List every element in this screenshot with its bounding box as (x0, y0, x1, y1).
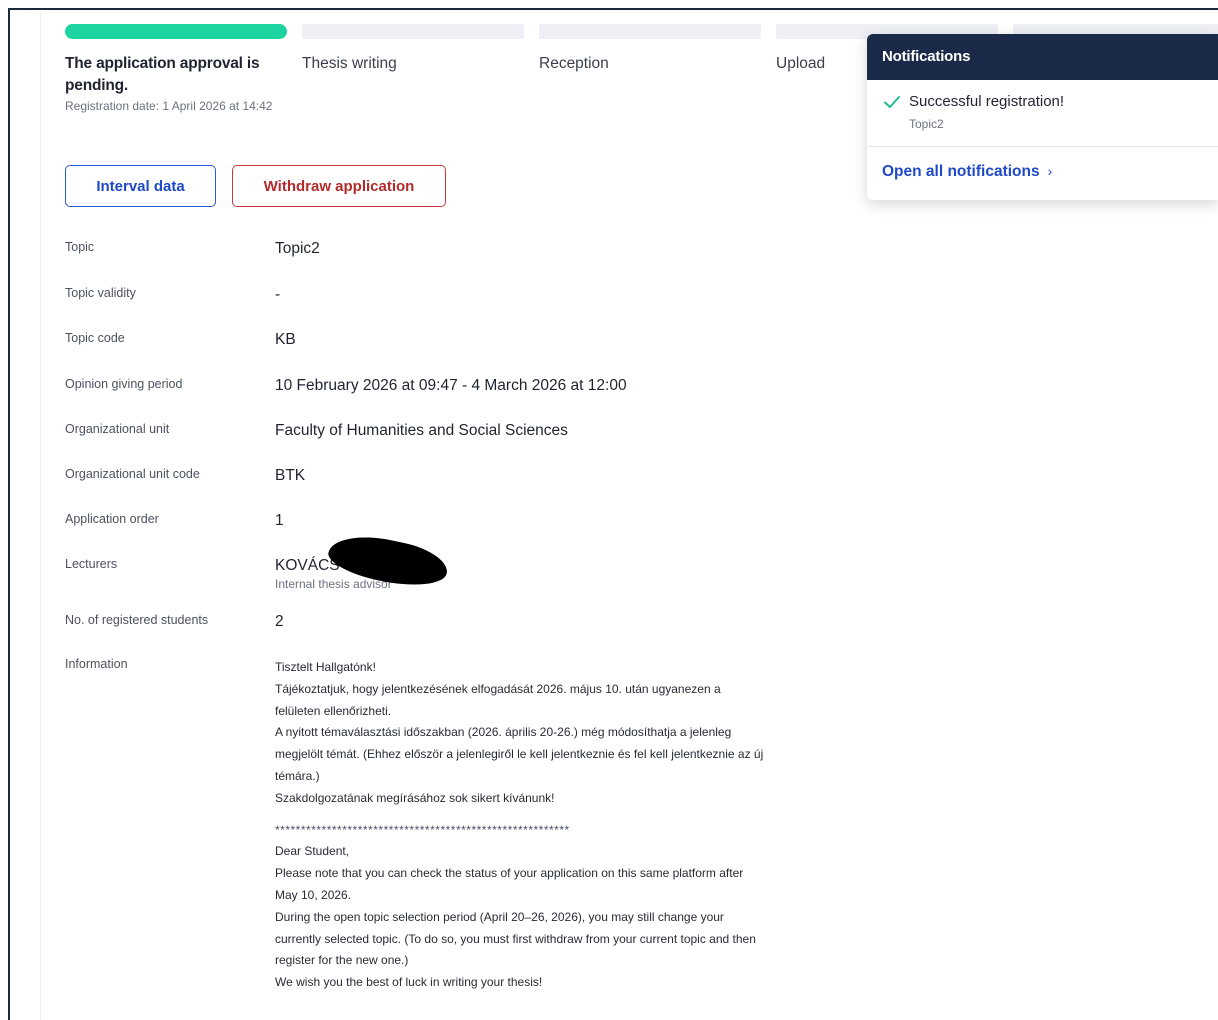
step-thesis-writing: Thesis writing (302, 24, 524, 75)
interval-data-button[interactable]: Interval data (65, 165, 216, 207)
detail-value: 10 February 2026 at 09:47 - 4 March 2026… (275, 377, 627, 394)
detail-label: Application order (65, 512, 159, 526)
step-reception: Reception (539, 24, 761, 75)
notification-title: Successful registration! (909, 93, 1065, 110)
notification-subtitle: Topic2 (909, 117, 944, 131)
step-progress-bar (539, 24, 761, 39)
info-paragraph: Tájékoztatjuk, hogy jelentkezésének elfo… (275, 681, 721, 718)
info-paragraph: A nyitott témaválasztási időszakban (202… (275, 725, 764, 783)
info-paragraph: During the open topic selection period (… (275, 909, 756, 968)
withdraw-application-button[interactable]: Withdraw application (232, 165, 446, 207)
detail-label: Topic (65, 240, 95, 254)
check-icon (883, 94, 901, 115)
step-label: Thesis writing (302, 55, 397, 72)
detail-label: No. of registered students (65, 613, 209, 627)
info-paragraph: Dear Student, (275, 844, 350, 859)
detail-value: Faculty of Humanities and Social Science… (275, 422, 568, 439)
detail-label: Information (65, 657, 128, 671)
notifications-panel: Notifications Successful registration! T… (867, 34, 1218, 200)
open-all-notifications-link[interactable]: Open all notifications › (882, 163, 1052, 181)
info-separator: ****************************************… (275, 822, 570, 837)
detail-value: BTK (275, 467, 306, 484)
detail-value: - (275, 286, 281, 303)
chevron-right-icon: › (1047, 163, 1053, 179)
step-progress-bar (65, 24, 287, 39)
step-label: Reception (539, 55, 609, 72)
detail-value: 1 (275, 512, 284, 529)
notification-item[interactable]: Successful registration! Topic2 (867, 80, 1218, 147)
detail-label: Organizational unit code (65, 467, 200, 481)
detail-value: KB (275, 331, 296, 348)
info-paragraph: Please note that you can check the statu… (275, 866, 744, 902)
registration-date: Registration date: 1 April 2026 at 14:42 (65, 99, 273, 113)
info-paragraph: We wish you the best of luck in writing … (275, 975, 543, 990)
info-paragraph: Tisztelt Hallgatónk! (275, 660, 376, 674)
step-label: The application approval is pending. (65, 55, 260, 94)
detail-label: Topic code (65, 331, 125, 345)
detail-value: Topic2 (275, 240, 320, 257)
link-label: Open all notifications (882, 163, 1040, 180)
info-paragraph: Szakdolgozatának megírásához sok sikert … (275, 790, 555, 805)
detail-label: Lecturers (65, 557, 118, 571)
detail-label: Opinion giving period (65, 377, 183, 391)
notifications-title: Notifications (867, 34, 1218, 80)
step-progress-bar (302, 24, 524, 39)
sidebar-divider (40, 10, 41, 1020)
detail-label: Organizational unit (65, 422, 170, 436)
information-text: Tisztelt Hallgatónk! Tájékoztatjuk, hogy… (275, 657, 765, 994)
detail-label: Topic validity (65, 286, 136, 300)
step-approval: The application approval is pending. Reg… (65, 24, 287, 115)
detail-value: 2 (275, 613, 284, 630)
